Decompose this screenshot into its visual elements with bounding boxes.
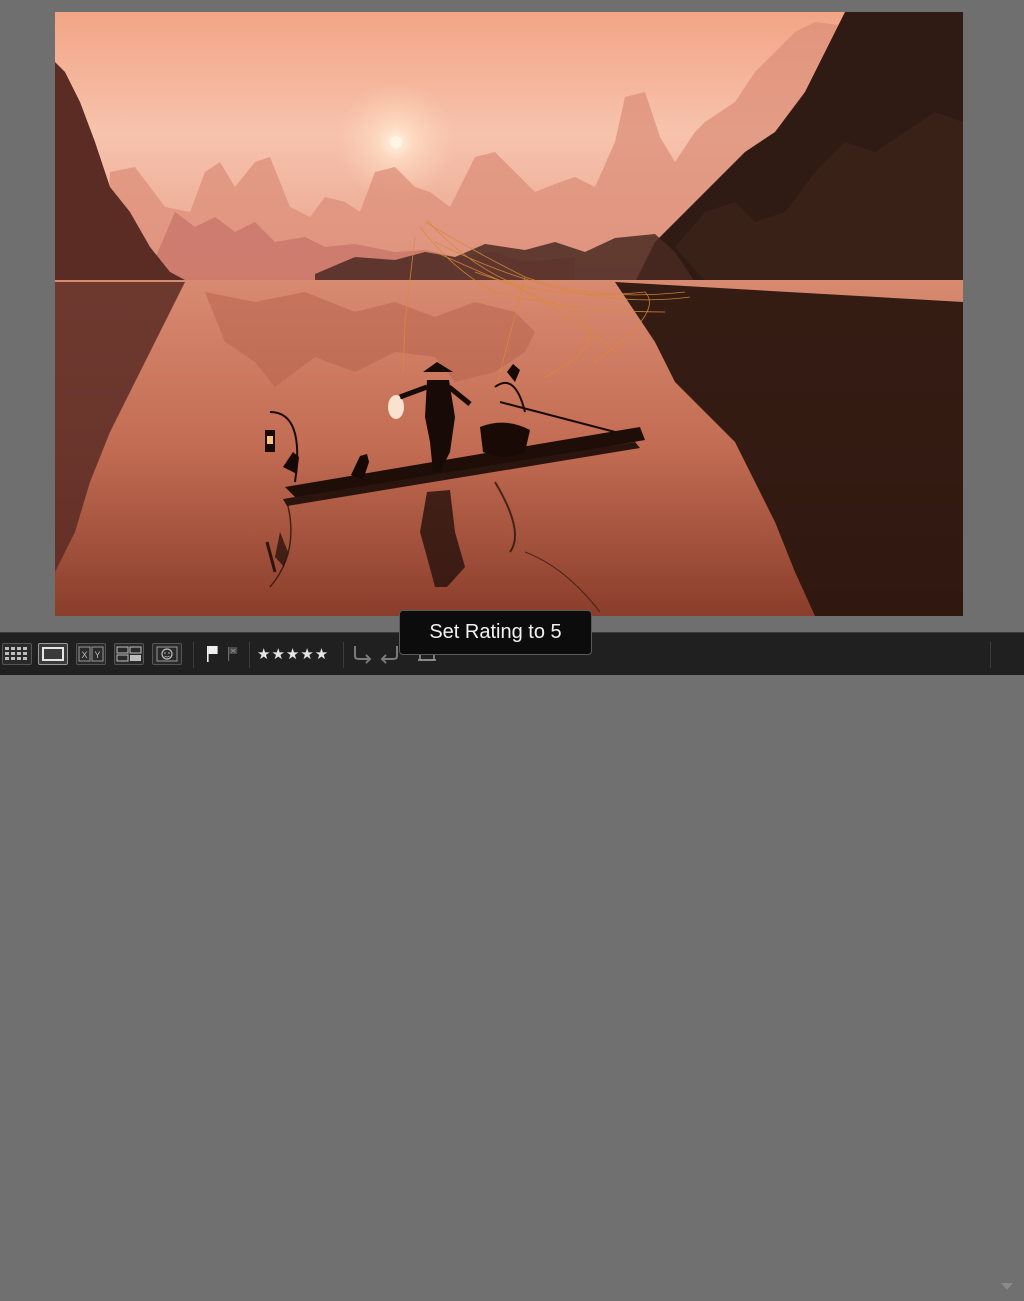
loupe-view-icon <box>42 647 64 661</box>
loupe-view-button[interactable] <box>38 643 68 665</box>
reject-flag-icon <box>228 647 238 661</box>
pick-flag-icon <box>207 646 218 662</box>
image-canvas <box>0 0 1024 632</box>
svg-text:X: X <box>82 650 88 660</box>
main-photo[interactable] <box>55 12 963 616</box>
grid-view-button[interactable] <box>2 643 32 665</box>
svg-text:Y: Y <box>95 650 101 660</box>
toolbar-divider <box>193 642 194 668</box>
grid-view-icon <box>5 647 27 660</box>
toolbar-divider <box>249 642 250 668</box>
compare-view-icon: X Y <box>78 646 104 662</box>
survey-view-icon <box>116 646 142 662</box>
people-view-button[interactable] <box>152 643 182 665</box>
rotate-left-icon <box>354 646 372 664</box>
survey-view-button[interactable] <box>114 643 144 665</box>
rating-tooltip: Set Rating to 5 <box>399 610 592 655</box>
people-view-icon <box>156 646 178 662</box>
toolbar-options-dropdown[interactable] <box>993 1273 1021 1301</box>
pick-flag-button[interactable] <box>203 642 221 666</box>
toolbar-divider <box>990 642 991 668</box>
tooltip-text: Set Rating to 5 <box>429 621 562 643</box>
rating-stars-text[interactable]: ★★★★★ <box>257 645 329 663</box>
rotate-left-button[interactable] <box>349 642 375 666</box>
toolbar-divider <box>343 642 344 668</box>
compare-view-button[interactable]: X Y <box>76 643 106 665</box>
chevron-down-icon <box>1001 1283 1013 1290</box>
star-rating[interactable]: ★★★★★ <box>257 643 329 665</box>
reject-flag-button[interactable] <box>225 642 241 666</box>
rotate-right-icon <box>380 646 398 664</box>
photo-image <box>55 12 963 616</box>
